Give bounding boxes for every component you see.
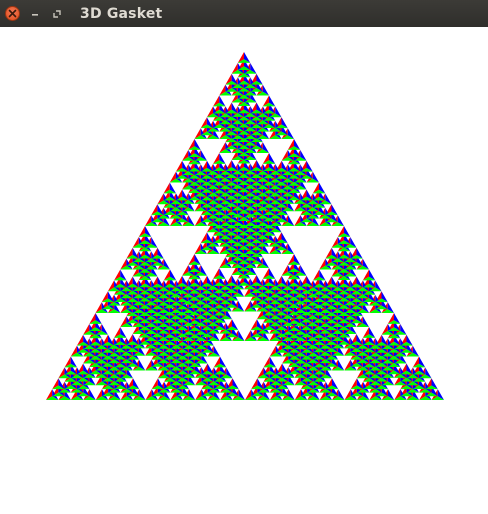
- sierpinski-gasket: [46, 52, 444, 400]
- application-window: 3D Gasket: [0, 0, 488, 514]
- close-button[interactable]: [5, 6, 20, 21]
- title-bar[interactable]: 3D Gasket: [0, 0, 488, 27]
- gasket-canvas: [0, 27, 488, 514]
- close-icon: [8, 9, 17, 18]
- minimize-icon: [30, 9, 40, 19]
- maximize-icon: [52, 9, 62, 19]
- minimize-button[interactable]: [27, 6, 42, 21]
- maximize-button[interactable]: [49, 6, 64, 21]
- window-title: 3D Gasket: [80, 5, 163, 22]
